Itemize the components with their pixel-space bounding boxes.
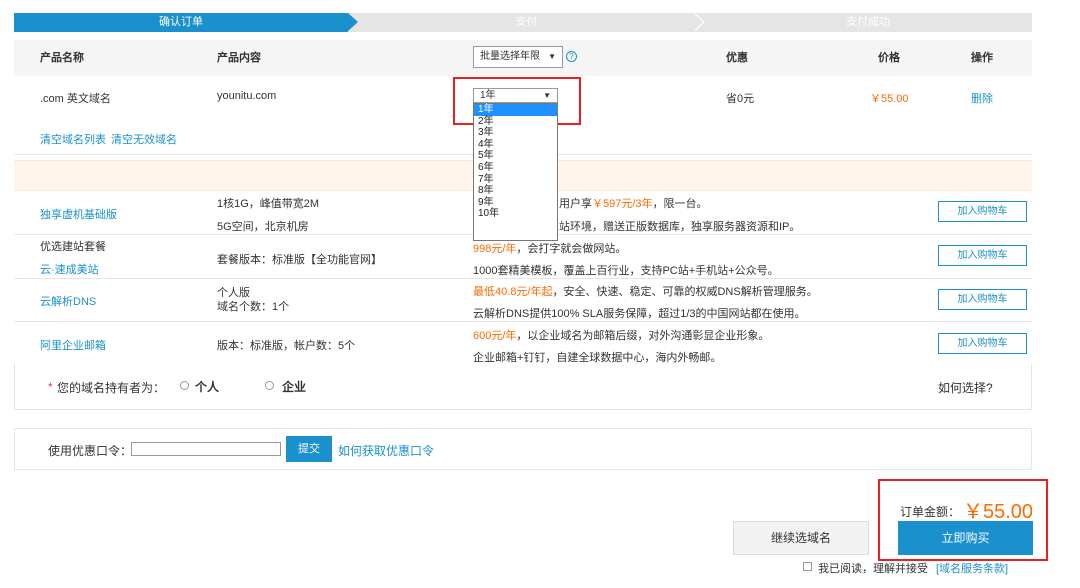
get-coupon-link[interactable]: 如何获取优惠口令 bbox=[338, 442, 434, 459]
recommend-content-line: 套餐版本：标准版【全功能官网】 bbox=[217, 254, 382, 266]
step-pay-success: 支付成功 bbox=[846, 16, 890, 28]
period-option[interactable]: 5年 bbox=[474, 150, 557, 162]
chevron-down-icon: ▼ bbox=[548, 52, 556, 61]
owner-personal-label[interactable]: 个人 bbox=[195, 378, 219, 395]
desc-text: 用户享 bbox=[559, 198, 592, 210]
period-option[interactable]: 7年 bbox=[474, 174, 557, 186]
step-arrow bbox=[348, 13, 358, 31]
batch-period-select[interactable]: 批量选择年限 ▼ bbox=[473, 46, 563, 68]
recommend-content-line: 1核1G，峰值带宽2M bbox=[217, 198, 320, 210]
batch-period-label: 批量选择年限 bbox=[480, 51, 540, 62]
recommend-name[interactable]: 云解析DNS bbox=[40, 293, 96, 309]
order-product-name: .com 英文域名 bbox=[40, 93, 111, 105]
domain-terms-link[interactable]: [域名服务条款] bbox=[936, 560, 1008, 576]
desc-price: ￥597元/3年 bbox=[592, 198, 653, 210]
divider bbox=[14, 278, 1032, 279]
owner-panel bbox=[14, 364, 1032, 410]
order-price: ￥55.00 bbox=[870, 93, 909, 105]
delete-link[interactable]: 删除 bbox=[971, 90, 993, 106]
agree-checkbox[interactable] bbox=[803, 562, 812, 571]
desc-price: 998元/年 bbox=[473, 243, 517, 255]
period-option[interactable]: 4年 bbox=[474, 139, 557, 151]
clear-invalid-domains-link[interactable]: 清空无效域名 bbox=[111, 131, 177, 147]
radio-personal[interactable] bbox=[180, 381, 189, 390]
owner-label: 您的域名持有者为： bbox=[57, 381, 166, 395]
recommend-desc-line: 用户享￥597元/3年，限一台。 bbox=[559, 195, 708, 211]
header-product-name: 产品名称 bbox=[40, 52, 84, 64]
step-pay: 支付 bbox=[515, 16, 538, 28]
required-mark: * bbox=[48, 380, 53, 394]
clear-domain-list-link[interactable]: 清空域名列表 bbox=[40, 131, 106, 147]
order-product-content: younitu.com bbox=[217, 90, 277, 102]
add-to-cart-button[interactable]: 加入购物车 bbox=[938, 201, 1027, 222]
period-option[interactable]: 9年 bbox=[474, 197, 557, 209]
period-option[interactable]: 8年 bbox=[474, 185, 557, 197]
recommend-content-line: 5G空间，北京机房 bbox=[217, 221, 309, 233]
recommend-content-line: 域名个数：1个 bbox=[217, 301, 290, 313]
recommend-desc-line: 云解析DNS提供100% SLA服务保障，超过1/3的中国网站都在使用。 bbox=[473, 308, 806, 320]
period-option[interactable]: 6年 bbox=[474, 162, 557, 174]
checkout-steps: 确认订单 支付 支付成功 bbox=[14, 13, 1032, 32]
period-option[interactable]: 2年 bbox=[474, 116, 557, 128]
recommend-name[interactable]: 阿里企业邮箱 bbox=[40, 337, 106, 353]
desc-price: 600元/年 bbox=[473, 330, 517, 342]
desc-text: ，限一台。 bbox=[652, 198, 708, 210]
continue-select-domain-button[interactable]: 继续选域名 bbox=[733, 521, 869, 555]
add-to-cart-button[interactable]: 加入购物车 bbox=[938, 245, 1027, 266]
desc-text: ，会打字就会做网站。 bbox=[516, 243, 627, 255]
header-price: 价格 bbox=[878, 52, 900, 64]
recommend-content-line: 版本：标准版，帐户数：5个 bbox=[217, 340, 356, 352]
recommend-name-sub[interactable]: 云·速成美站 bbox=[40, 261, 99, 277]
recommend-desc-line: 站环境，赠送正版数据库，独享服务器资源和IP。 bbox=[559, 221, 801, 233]
radio-company[interactable] bbox=[265, 381, 274, 390]
highlight-box-total bbox=[878, 479, 1048, 561]
desc-text: ，安全、快速、稳定、可靠的权威DNS解析管理服务。 bbox=[552, 286, 818, 298]
owner-company-label[interactable]: 企业 bbox=[282, 378, 306, 395]
recommend-desc-line: 企业邮箱+钉钉，自建全球数据中心，海内外畅邮。 bbox=[473, 352, 722, 364]
header-product-content: 产品内容 bbox=[217, 52, 261, 64]
step-confirm-order: 确认订单 bbox=[14, 13, 348, 32]
coupon-input[interactable] bbox=[131, 442, 281, 456]
recommend-desc-line: 998元/年，会打字就会做网站。 bbox=[473, 240, 626, 256]
how-to-choose-link[interactable]: 如何选择? bbox=[938, 379, 993, 396]
divider bbox=[14, 321, 1032, 322]
add-to-cart-button[interactable]: 加入购物车 bbox=[938, 333, 1027, 354]
header-discount: 优惠 bbox=[726, 52, 748, 64]
agree-text: 我已阅读，理解并接受 bbox=[818, 563, 928, 575]
recommend-name[interactable]: 独享虚机基础版 bbox=[40, 206, 117, 222]
desc-price: 最低40.8元/年起 bbox=[473, 286, 553, 298]
coupon-submit-button[interactable]: 提交 bbox=[286, 436, 332, 462]
period-option[interactable]: 3年 bbox=[474, 127, 557, 139]
recommend-desc-line: 1000套精美模板，覆盖上百行业，支持PC站+手机站+公众号。 bbox=[473, 265, 779, 277]
desc-text: ，以企业域名为邮箱后缀，对外沟通彰显企业形象。 bbox=[516, 330, 770, 342]
header-action: 操作 bbox=[971, 52, 993, 64]
period-option[interactable]: 1年 bbox=[474, 104, 557, 116]
coupon-label: 使用优惠口令： bbox=[48, 444, 133, 458]
recommend-name: 优选建站套餐 bbox=[40, 241, 106, 253]
recommend-desc-line: 600元/年，以企业域名为邮箱后缀，对外沟通彰显企业形象。 bbox=[473, 327, 769, 343]
period-option[interactable]: 10年 bbox=[474, 208, 557, 220]
period-dropdown-list[interactable]: 1年 2年 3年 4年 5年 6年 7年 8年 9年 10年 bbox=[473, 103, 558, 241]
step-separator-inner bbox=[693, 13, 703, 31]
recommend-desc-line: 最低40.8元/年起，安全、快速、稳定、可靠的权威DNS解析管理服务。 bbox=[473, 283, 818, 299]
order-discount: 省0元 bbox=[726, 93, 755, 105]
add-to-cart-button[interactable]: 加入购物车 bbox=[938, 289, 1027, 310]
help-icon[interactable]: ? bbox=[566, 51, 577, 62]
